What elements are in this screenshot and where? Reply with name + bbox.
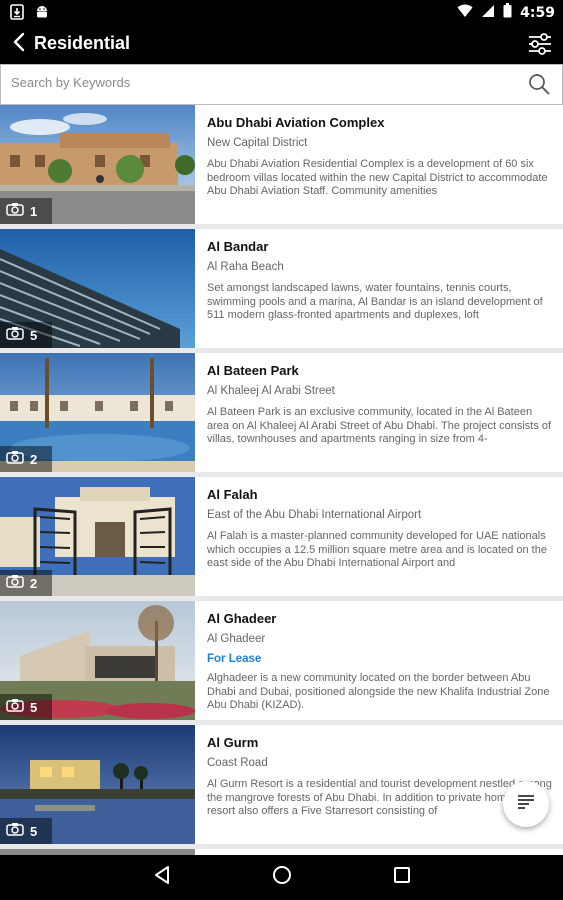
search-icon[interactable] <box>528 73 550 95</box>
camera-icon <box>6 822 24 841</box>
listing-photo[interactable]: 5 <box>0 601 195 720</box>
listing-list: 1 Abu Dhabi Aviation Complex New Capital… <box>0 105 563 855</box>
listing-description: Set amongst landscaped lawns, water foun… <box>207 282 543 321</box>
photo-count-badge: 5 <box>0 818 52 844</box>
signal-icon <box>481 4 495 23</box>
listing-location: East of the Abu Dhabi International Airp… <box>207 509 422 521</box>
home-circle-icon <box>272 865 292 890</box>
list-item[interactable]: 2 Al Bateen Park Al Khaleej Al Arabi Str… <box>0 353 563 472</box>
camera-icon <box>6 698 24 717</box>
app-bar: Residential <box>0 24 563 64</box>
listing-photo[interactable]: 5 <box>0 725 195 844</box>
listing-photo[interactable]: 1 <box>0 105 195 224</box>
photo-count-badge: 2 <box>0 570 52 596</box>
status-bar: 4:59 <box>0 0 563 24</box>
page-title: Residential <box>34 33 131 53</box>
listing-title: Abu Dhabi Aviation Complex <box>207 115 385 130</box>
camera-icon <box>6 202 24 221</box>
listing-location: Al Raha Beach <box>207 261 284 273</box>
photo-count: 2 <box>30 451 38 467</box>
list-item[interactable]: 1 Abu Dhabi Aviation Complex New Capital… <box>0 105 563 224</box>
photo-count: 2 <box>30 575 38 591</box>
listing-location: Al Ghadeer <box>207 633 266 645</box>
listing-description: Al Bateen Park is an exclusive community… <box>207 406 552 445</box>
listing-location: Coast Road <box>207 757 268 769</box>
listing-description: Abu Dhabi Aviation Residential Complex i… <box>207 158 548 197</box>
photo-count-badge: 2 <box>0 446 52 472</box>
chevron-left-icon <box>13 32 25 57</box>
back-triangle-icon <box>153 865 171 890</box>
listing-photo[interactable]: 2 <box>0 477 195 596</box>
android-icon <box>34 4 50 25</box>
listing-photo[interactable]: 5 <box>0 229 195 348</box>
photo-count: 5 <box>30 699 38 715</box>
camera-icon <box>6 450 24 469</box>
search-bar <box>0 64 563 105</box>
listing-title: Al Bateen Park <box>207 363 299 378</box>
listing-description: Al Falah is a master-planned community d… <box>207 530 547 569</box>
photo-count-badge: 5 <box>0 694 52 720</box>
filter-button[interactable] <box>527 31 553 57</box>
list-item[interactable]: 5 Al Bandar Al Raha Beach Set amongst la… <box>0 229 563 348</box>
wifi-icon <box>457 4 473 23</box>
listing-description: Alghadeer is a new community located on … <box>207 672 550 711</box>
listing-photo[interactable]: 2 <box>0 353 195 472</box>
search-input[interactable] <box>11 75 511 90</box>
camera-icon <box>6 326 24 345</box>
photo-count-badge: 5 <box>0 322 52 348</box>
back-button[interactable] <box>8 32 30 56</box>
listing-title: Al Gurm <box>207 735 259 750</box>
nav-recents-button[interactable] <box>390 865 414 889</box>
list-item[interactable]: 2 Al Falah East of the Abu Dhabi Interna… <box>0 477 563 596</box>
listing-location: Al Khaleej Al Arabi Street <box>207 385 335 397</box>
sort-fab-button[interactable] <box>503 781 549 827</box>
camera-icon <box>6 574 24 593</box>
listing-location: New Capital District <box>207 137 308 149</box>
nav-home-button[interactable] <box>270 865 294 889</box>
list-item[interactable]: 5 Al Ghadeer Al Ghadeer For Lease Alghad… <box>0 601 563 720</box>
nav-back-button[interactable] <box>150 865 174 889</box>
photo-count-badge: 1 <box>0 198 52 224</box>
listing-title: Al Ghadeer <box>207 611 277 626</box>
download-icon <box>10 4 24 25</box>
system-nav-bar <box>0 855 563 900</box>
status-time: 4:59 <box>520 5 555 21</box>
listing-title: Al Bandar <box>207 239 269 254</box>
sort-lines-icon <box>516 794 536 815</box>
for-lease-badge: For Lease <box>207 653 262 665</box>
photo-count: 1 <box>30 203 38 219</box>
listing-title: Al Falah <box>207 487 258 502</box>
sliders-icon <box>527 33 553 61</box>
recents-square-icon <box>393 866 411 889</box>
list-item[interactable]: 5 Al Gurm Coast Road Al Gurm Resort is a… <box>0 725 563 844</box>
photo-count: 5 <box>30 327 38 343</box>
photo-count: 5 <box>30 823 38 839</box>
battery-icon <box>503 3 512 23</box>
